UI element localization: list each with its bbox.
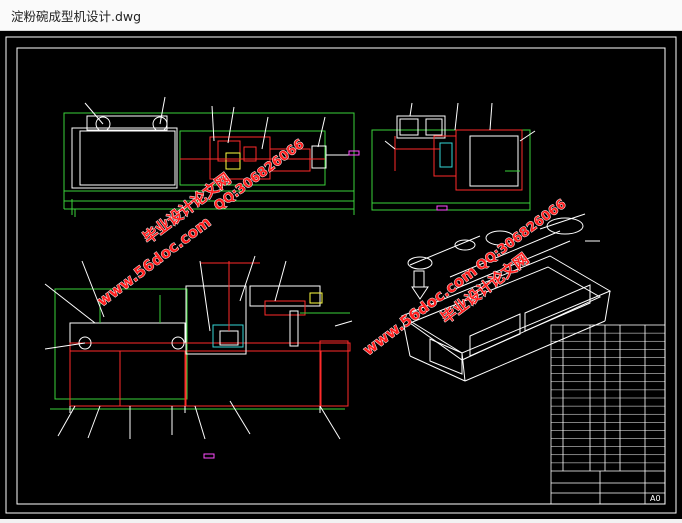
front-view bbox=[44, 255, 353, 459]
parts-list-rows bbox=[551, 332, 665, 464]
sheet-size: A0 bbox=[650, 494, 661, 503]
parts-list bbox=[550, 324, 666, 505]
watermark-left: www.56doc.com 毕业设计论文网 QQ:306826066 bbox=[93, 136, 308, 310]
window-title: 淀粉碗成型机设计.dwg bbox=[11, 9, 142, 24]
side-view-right bbox=[371, 102, 536, 211]
title-bar: 淀粉碗成型机设计.dwg bbox=[0, 0, 682, 31]
outer-frame bbox=[5, 36, 677, 514]
watermark-right: www.56doc.com 毕业设计论文网 QQ:306826066 bbox=[359, 196, 570, 359]
drawing-canvas[interactable]: A0 www.56doc.com 毕业设计论文网 QQ:306826066 ww… bbox=[0, 31, 682, 519]
